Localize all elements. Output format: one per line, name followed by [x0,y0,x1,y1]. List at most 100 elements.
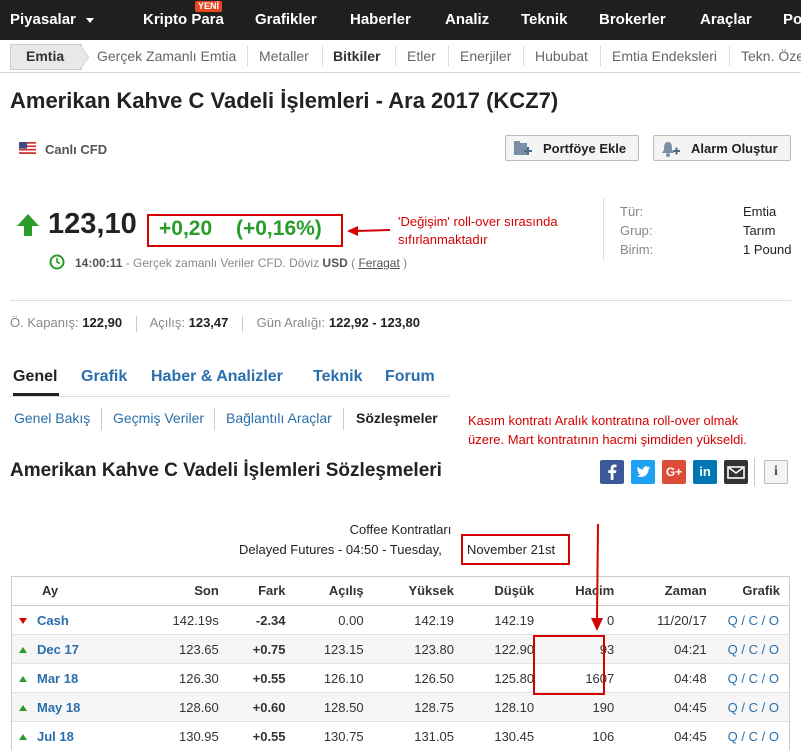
contract-month-link[interactable]: May 18 [37,700,80,715]
col-header-low[interactable]: Düşük [463,576,545,606]
table-row: Mar 18 126.30 +0.55 126.10 126.50 125.80 1607 0… [11,663,790,693]
table-row: Cash 142.19s -2.34 0.00 142.19 142.19 0 11/20/1… [11,605,790,635]
cell-month: Dec 17 [11,634,127,664]
cell-month: Jul 18 [11,721,127,750]
chart-link-sep: / [737,641,749,657]
google-plus-icon[interactable]: G+ [662,460,686,484]
create-alert-button[interactable]: Alarm Oluştur [653,135,791,161]
cell-chart-links: Q / C / O [716,692,790,722]
disclaimer-link[interactable]: Feragat [358,256,399,270]
twitter-icon[interactable] [631,460,655,484]
subnav-item-emtia-endeksleri[interactable]: Emtia Endeksleri [612,40,717,72]
subnav-item-enerjiler[interactable]: Enerjiler [460,40,511,72]
arrow-up-icon [19,705,27,712]
chart-link-c[interactable]: C [749,729,758,744]
portfolio-add-icon [513,140,533,158]
chart-link-c[interactable]: C [749,671,758,686]
price-change: +0,20 [159,217,213,240]
col-header-change[interactable]: Fark [228,576,296,606]
col-header-high[interactable]: Yüksek [373,576,464,606]
rollover-annotation-line1: Kasım kontratı Aralık kontratına roll-ov… [468,413,739,428]
tab-genel[interactable]: Genel [13,368,57,386]
contract-month-link[interactable]: Cash [37,613,69,628]
col-header-last[interactable]: Son [126,576,229,606]
subnav-item-gercek-zamanli[interactable]: Gerçek Zamanlı Emtia [97,40,236,72]
chart-link-o[interactable]: O [769,729,779,744]
add-portfolio-label: Portföye Ekle [543,141,627,156]
subnav-item-metaller[interactable]: Metaller [259,40,309,72]
chart-link-q[interactable]: Q [728,671,738,686]
chart-link-q[interactable]: Q [728,642,738,657]
tab-forum[interactable]: Forum [385,368,435,386]
subnav-separator [247,46,248,66]
chart-link-sep: / [737,612,749,628]
subnav-item-hububat[interactable]: Hububat [535,40,588,72]
col-header-time[interactable]: Zaman [624,576,717,606]
subnav-active-tip-inner [80,45,88,69]
nav-brand-label: Piyasalar [10,11,76,28]
subnav-item-teknik-ozet[interactable]: Tekn. Öze [741,40,801,72]
subtab-baglantili-araclar[interactable]: Bağlantılı Araçlar [226,410,332,426]
page-title: Amerikan Kahve C Vadeli İşlemleri - Ara … [10,88,559,113]
chart-link-sep: / [737,728,749,744]
bell-add-icon [661,140,681,158]
subnav-item-etler[interactable]: Etler [407,40,436,72]
subnav-separator [600,46,601,66]
nav-item-araclar[interactable]: Araçlar [700,0,752,40]
arrow-up-icon [19,734,27,741]
cell-open: 126.10 [295,663,374,693]
tab-teknik[interactable]: Teknik [313,368,363,386]
nav-item-brokerler[interactable]: Brokerler [599,0,666,40]
chart-link-q[interactable]: Q [728,729,738,744]
chart-link-c[interactable]: C [749,642,758,657]
col-header-month[interactable]: Ay [11,576,127,606]
subnav-item-emtia[interactable]: Emtia [26,40,64,72]
chart-link-q[interactable]: Q [728,700,738,715]
contract-month-link[interactable]: Mar 18 [37,671,78,686]
cell-last: 128.60 [126,692,229,722]
facebook-icon[interactable] [600,460,624,484]
subtab-sozlesmeler[interactable]: Sözleşmeler [356,410,438,426]
subtab-genel-bakis[interactable]: Genel Bakış [14,410,90,426]
chart-link-o[interactable]: O [769,613,779,628]
add-portfolio-button[interactable]: Portföye Ekle [505,135,639,161]
chart-link-q[interactable]: Q [728,613,738,628]
chart-link-c[interactable]: C [749,700,758,715]
nav-item-analiz[interactable]: Analiz [445,0,489,40]
tab-haber-analizler[interactable]: Haber & Analizler [151,368,283,386]
chart-link-o[interactable]: O [769,642,779,657]
subtab-gecmis-veriler[interactable]: Geçmiş Veriler [113,410,204,426]
nav-item-teknik[interactable]: Teknik [521,0,567,40]
quote-currency: USD [322,256,348,270]
subnav-separator [729,46,730,66]
us-flag-icon [19,141,36,154]
info-icon[interactable]: i [764,460,788,484]
chart-link-c[interactable]: C [749,613,758,628]
cell-high: 142.19 [373,605,464,635]
contract-month-link[interactable]: Dec 17 [37,642,79,657]
info-value-unit: 1 Pound [743,242,792,257]
chart-link-o[interactable]: O [769,671,779,686]
cell-time: 04:48 [624,663,717,693]
col-header-chart[interactable]: Grafik [716,576,790,606]
linkedin-icon[interactable]: in [693,460,717,484]
subnav-item-bitkiler[interactable]: Bitkiler [333,40,380,72]
nav-item-haberler[interactable]: Haberler [350,0,411,40]
col-header-volume[interactable]: Hacim [544,576,625,606]
new-badge: YENİ [195,1,223,12]
nav-item-portfolio[interactable]: Po [783,0,801,40]
stats-top-divider [10,300,791,301]
chart-link-o[interactable]: O [769,700,779,715]
col-header-open[interactable]: Açılış [295,576,374,606]
tab-grafik[interactable]: Grafik [81,368,127,386]
prev-close-label: Ö. Kapanış: [10,315,79,330]
cell-change: +0.55 [228,663,296,693]
table-date: November 21st [467,542,556,557]
email-icon[interactable] [724,460,748,484]
nav-item-grafikler[interactable]: Grafikler [255,0,317,40]
nav-brand-piyasalar[interactable]: Piyasalar [10,0,95,40]
quote-time-line: 14:00:11 - Gerçek zamanlı Veriler CFD. D… [75,256,407,270]
contract-month-link[interactable]: Jul 18 [37,729,74,744]
open-label: Açılış: [149,315,185,330]
up-arrow-icon [16,213,40,237]
